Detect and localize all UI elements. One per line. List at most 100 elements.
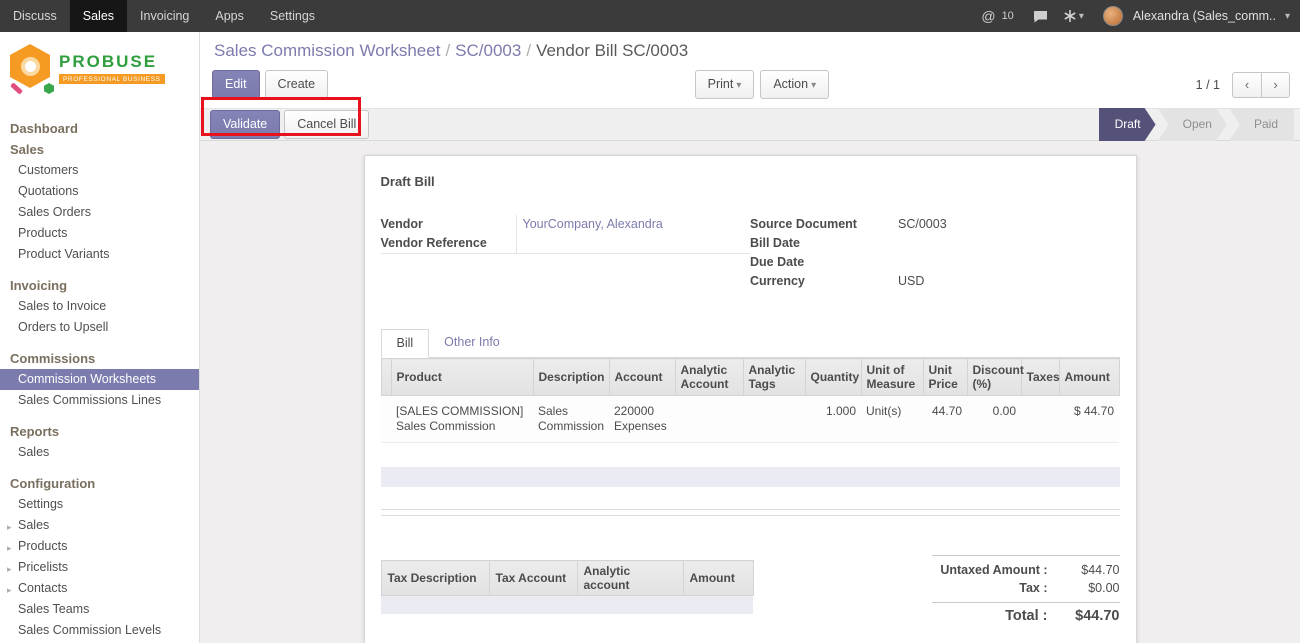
tax-value: $0.00 xyxy=(1058,581,1120,595)
vendor-reference-value xyxy=(516,234,751,253)
magnifier-handle-icon xyxy=(10,82,23,94)
currency-label: Currency xyxy=(750,272,892,291)
sidebar-item-sales-commission-levels[interactable]: Sales Commission Levels xyxy=(0,620,199,641)
sidebar-item-config-pricelists[interactable]: ▸Pricelists xyxy=(0,557,199,578)
debug-icon[interactable]: ▾ xyxy=(1064,10,1084,22)
tab-other-info[interactable]: Other Info xyxy=(429,329,515,357)
sidebar-item-customers[interactable]: Customers xyxy=(0,160,199,181)
cancel-bill-button[interactable]: Cancel Bill xyxy=(284,110,369,139)
cell-account: 220000 Expenses xyxy=(609,396,675,443)
bill-line-row[interactable]: [SALES COMMISSION] Sales Commission Sale… xyxy=(381,396,1119,443)
cell-unit-price: 44.70 xyxy=(923,396,967,443)
probuse-logo: PROBUSE PROFESSIONAL BUSINESS xyxy=(0,32,199,108)
breadcrumb-worksheet-link[interactable]: Sales Commission Worksheet xyxy=(214,41,440,60)
hexagon-icon xyxy=(10,44,50,88)
sidebar-item-config-sales[interactable]: ▸ Sales xyxy=(0,515,199,536)
expand-icon: ▸ xyxy=(7,520,12,535)
edit-button[interactable]: Edit xyxy=(212,70,260,99)
col-tax-account: Tax Account xyxy=(489,561,577,596)
col-analytic-account: Analytic Account xyxy=(675,359,743,396)
vendor-value[interactable]: YourCompany, Alexandra xyxy=(516,215,751,234)
bill-date-label: Bill Date xyxy=(750,234,892,253)
col-unit-of-measure: Unit of Measure xyxy=(861,359,923,396)
col-discount: Discount (%) xyxy=(967,359,1021,396)
field-group-left: Vendor YourCompany, Alexandra Vendor Ref… xyxy=(381,215,751,254)
menu-settings[interactable]: Settings xyxy=(257,0,328,32)
statusbar: Validate Cancel Bill Draft Open Paid xyxy=(200,108,1300,141)
row-handle-column-header xyxy=(381,359,391,396)
sidebar-item-product-variants[interactable]: Product Variants xyxy=(0,244,199,265)
empty-tax-row xyxy=(381,614,753,643)
tax-label: Tax : xyxy=(932,581,1058,595)
invoice-lines-table: Product Description Account Analytic Acc… xyxy=(381,358,1120,443)
vendor-label: Vendor xyxy=(381,215,516,234)
breadcrumb-sc0003-link[interactable]: SC/0003 xyxy=(455,41,521,60)
user-menu[interactable]: Alexandra (Sales_comm.. xyxy=(1133,9,1276,23)
top-menu: Discuss Sales Invoicing Apps Settings xyxy=(0,0,328,32)
sidebar-item-label: Pricelists xyxy=(18,560,68,574)
menu-sales[interactable]: Sales xyxy=(70,0,127,32)
cell-amount: $ 44.70 xyxy=(1059,396,1119,443)
pager: 1 / 1 ‹ › xyxy=(1196,72,1290,98)
sidebar-item-sales-to-invoice[interactable]: Sales to Invoice xyxy=(0,296,199,317)
logo-tagline: PROFESSIONAL BUSINESS xyxy=(59,74,165,84)
form-sheet: Draft Bill Vendor YourCompany, Alexandra… xyxy=(364,155,1137,643)
status-step-draft: Draft xyxy=(1099,108,1156,141)
menu-invoicing[interactable]: Invoicing xyxy=(127,0,202,32)
expand-icon: ▸ xyxy=(7,583,12,598)
bottom-section: Tax Description Tax Account Analytic acc… xyxy=(381,560,1120,643)
sidebar-item-sales-commissions-lines[interactable]: Sales Commissions Lines xyxy=(0,390,199,411)
cell-description: Sales Commission xyxy=(533,396,609,443)
logo-name: PROBUSE xyxy=(59,52,165,72)
main-panel: Sales Commission Worksheet/SC/0003/Vendo… xyxy=(200,32,1300,643)
pager-next-button[interactable]: › xyxy=(1261,72,1290,98)
sidebar-item-sales-teams[interactable]: Sales Teams xyxy=(0,599,199,620)
sidebar-item-config-settings[interactable]: Settings xyxy=(0,494,199,515)
col-description: Description xyxy=(533,359,609,396)
create-button[interactable]: Create xyxy=(265,70,329,99)
content-area: Draft Bill Vendor YourCompany, Alexandra… xyxy=(200,141,1300,643)
tax-lines-table: Tax Description Tax Account Analytic acc… xyxy=(381,560,754,643)
sidebar-item-config-products[interactable]: ▸Products xyxy=(0,536,199,557)
menu-discuss[interactable]: Discuss xyxy=(0,0,70,32)
notebook-tabs: Bill Other Info xyxy=(381,329,1120,358)
sidebar-item-products[interactable]: Products xyxy=(0,223,199,244)
chat-icon[interactable] xyxy=(1033,10,1048,23)
sidebar-section-title-reports[interactable]: Reports xyxy=(0,421,199,442)
sidebar-item-reports-sales[interactable]: Sales xyxy=(0,442,199,463)
col-product: Product xyxy=(391,359,533,396)
untaxed-amount-label: Untaxed Amount : xyxy=(932,563,1058,577)
caret-down-icon: ▾ xyxy=(736,80,741,91)
systray: @ 10 ▾ Alexandra (Sales_comm.. ▾ xyxy=(981,0,1300,32)
sidebar-item-dashboard[interactable]: Dashboard xyxy=(0,118,199,139)
sidebar-section-title-commissions[interactable]: Commissions xyxy=(0,348,199,369)
tab-bill[interactable]: Bill xyxy=(381,329,430,358)
breadcrumb-current: Vendor Bill SC/0003 xyxy=(536,41,688,60)
status-step-paid: Paid xyxy=(1229,108,1294,141)
col-taxes: Taxes xyxy=(1021,359,1059,396)
sidebar-item-quotations[interactable]: Quotations xyxy=(0,181,199,202)
sidebar-item-label: Sales xyxy=(18,518,49,532)
sidebar-section-title-sales[interactable]: Sales xyxy=(0,139,199,160)
user-avatar[interactable] xyxy=(1103,6,1123,26)
sidebar-item-sales-orders[interactable]: Sales Orders xyxy=(0,202,199,223)
source-document-value: SC/0003 xyxy=(892,215,1120,234)
col-account: Account xyxy=(609,359,675,396)
sidebar-section-title-invoicing[interactable]: Invoicing xyxy=(0,275,199,296)
menu-apps[interactable]: Apps xyxy=(202,0,257,32)
sidebar-section-title-configuration[interactable]: Configuration xyxy=(0,473,199,494)
spacer xyxy=(381,487,1120,509)
caret-down-icon: ▾ xyxy=(1079,11,1084,22)
sidebar-item-config-contacts[interactable]: ▸Contacts xyxy=(0,578,199,599)
cell-discount: 0.00 xyxy=(967,396,1021,443)
action-menu-button[interactable]: Action▾ xyxy=(760,70,829,99)
sidebar-item-orders-to-upsell[interactable]: Orders to Upsell xyxy=(0,317,199,338)
col-tax-amount: Amount xyxy=(683,561,753,596)
total-label: Total : xyxy=(932,608,1058,624)
sidebar-item-commission-worksheets[interactable]: Commission Worksheets xyxy=(0,369,199,390)
pager-previous-button[interactable]: ‹ xyxy=(1232,72,1261,98)
row-handle xyxy=(381,396,391,443)
print-menu-button[interactable]: Print▾ xyxy=(695,70,755,99)
validate-button[interactable]: Validate xyxy=(210,110,280,139)
mention-icon[interactable]: @ xyxy=(981,8,995,24)
